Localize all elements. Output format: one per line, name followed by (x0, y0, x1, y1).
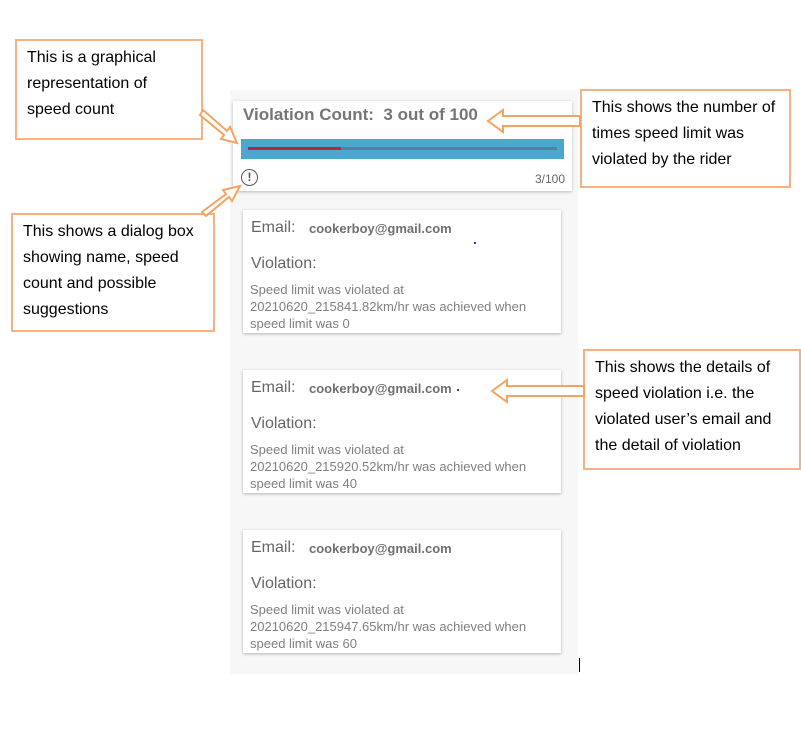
arrow-to-count-title (486, 108, 581, 134)
annotation-arrows (198, 108, 585, 404)
text-cursor (579, 658, 580, 672)
arrow-to-info-icon (200, 184, 242, 218)
arrow-to-email-row (490, 378, 585, 404)
arrow-to-progress-bar (198, 108, 239, 145)
